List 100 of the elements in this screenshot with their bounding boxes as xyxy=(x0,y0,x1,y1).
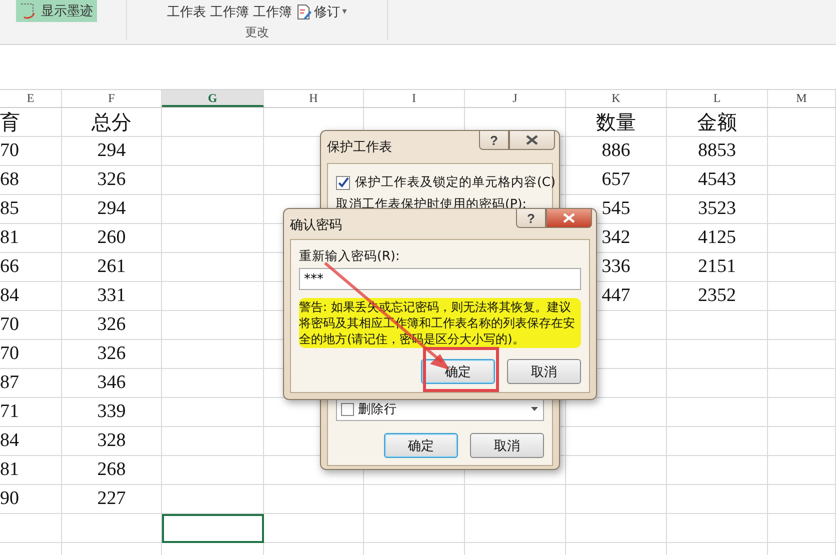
password-field[interactable]: *** xyxy=(299,268,581,290)
table-cell[interactable]: 657 xyxy=(566,166,667,195)
active-cell[interactable] xyxy=(162,514,264,543)
table-cell[interactable]: 70 xyxy=(0,340,62,369)
table-cell[interactable] xyxy=(162,282,264,311)
table-cell[interactable]: 268 xyxy=(62,456,162,485)
table-cell[interactable] xyxy=(768,137,836,166)
table-cell[interactable] xyxy=(162,108,264,137)
column-header[interactable]: J xyxy=(465,90,566,107)
table-cell[interactable]: 326 xyxy=(62,340,162,369)
table-cell[interactable] xyxy=(667,456,768,485)
table-cell[interactable]: 886 xyxy=(566,137,667,166)
table-cell[interactable] xyxy=(162,456,264,485)
table-cell[interactable] xyxy=(162,253,264,282)
table-cell[interactable] xyxy=(0,514,62,543)
table-cell[interactable]: 261 xyxy=(62,253,162,282)
table-cell[interactable] xyxy=(465,514,566,543)
table-cell[interactable] xyxy=(162,166,264,195)
table-cell[interactable]: 90 xyxy=(0,485,62,514)
column-header[interactable]: G xyxy=(162,90,264,107)
ribbon-button[interactable]: 工作表 xyxy=(166,3,208,21)
column-header[interactable]: H xyxy=(264,90,364,107)
table-cell[interactable] xyxy=(162,427,264,456)
checkbox[interactable] xyxy=(336,176,350,190)
table-cell[interactable] xyxy=(162,485,264,514)
table-cell[interactable]: 326 xyxy=(62,311,162,340)
table-cell[interactable]: 数量 xyxy=(566,108,667,137)
table-cell[interactable]: 2151 xyxy=(667,253,768,282)
table-cell[interactable] xyxy=(768,224,836,253)
dialog-button[interactable]: 取消 xyxy=(470,433,544,458)
table-cell[interactable] xyxy=(768,195,836,224)
table-cell[interactable] xyxy=(768,485,836,514)
table-cell[interactable] xyxy=(768,369,836,398)
ribbon-button[interactable]: 工作簿 xyxy=(252,3,294,21)
close-button[interactable] xyxy=(509,131,555,150)
ribbon-button[interactable]: 工作簿 xyxy=(209,3,250,21)
table-cell[interactable]: 87 xyxy=(0,369,62,398)
table-cell[interactable] xyxy=(768,311,836,340)
table-cell[interactable] xyxy=(768,166,836,195)
table-cell[interactable]: 294 xyxy=(62,195,162,224)
table-cell[interactable]: 326 xyxy=(62,166,162,195)
table-cell[interactable]: 4125 xyxy=(667,224,768,253)
table-cell[interactable]: 84 xyxy=(0,282,62,311)
track-changes-button[interactable]: 修订▾ xyxy=(295,3,348,21)
table-cell[interactable]: 3523 xyxy=(667,195,768,224)
table-cell[interactable] xyxy=(768,514,836,543)
table-cell[interactable]: 4543 xyxy=(667,166,768,195)
table-cell[interactable] xyxy=(667,427,768,456)
table-cell[interactable] xyxy=(62,514,162,543)
close-button[interactable] xyxy=(546,209,592,228)
column-header[interactable]: L xyxy=(667,90,768,107)
table-cell[interactable] xyxy=(364,514,465,543)
table-cell[interactable] xyxy=(364,485,465,514)
table-cell[interactable] xyxy=(667,340,768,369)
table-cell[interactable] xyxy=(162,224,264,253)
table-cell[interactable] xyxy=(768,340,836,369)
table-cell[interactable]: 328 xyxy=(62,427,162,456)
table-cell[interactable] xyxy=(465,485,566,514)
table-cell[interactable]: 331 xyxy=(62,282,162,311)
table-cell[interactable] xyxy=(566,514,667,543)
table-cell[interactable]: 227 xyxy=(62,485,162,514)
table-cell[interactable]: 金额 xyxy=(667,108,768,137)
dialog-button[interactable]: 确定 xyxy=(384,433,458,458)
table-cell[interactable]: 85 xyxy=(0,195,62,224)
help-button[interactable]: ? xyxy=(479,131,509,150)
table-cell[interactable]: 8853 xyxy=(667,137,768,166)
help-button[interactable]: ? xyxy=(516,209,546,228)
table-cell[interactable] xyxy=(667,485,768,514)
checkbox[interactable] xyxy=(341,402,354,416)
table-cell[interactable] xyxy=(667,514,768,543)
table-cell[interactable]: 260 xyxy=(62,224,162,253)
table-cell[interactable] xyxy=(264,514,364,543)
column-header[interactable]: I xyxy=(364,90,465,107)
column-header[interactable]: K xyxy=(566,90,667,107)
table-cell[interactable]: 66 xyxy=(0,253,62,282)
dialog-button[interactable]: 取消 xyxy=(507,359,581,384)
table-cell[interactable]: 339 xyxy=(62,398,162,427)
table-cell[interactable] xyxy=(566,456,667,485)
table-cell[interactable] xyxy=(667,311,768,340)
table-cell[interactable] xyxy=(768,253,836,282)
table-cell[interactable]: 68 xyxy=(0,166,62,195)
table-cell[interactable] xyxy=(768,398,836,427)
table-cell[interactable] xyxy=(768,456,836,485)
column-header[interactable]: M xyxy=(768,90,836,107)
dialog-button[interactable]: 确定 xyxy=(421,359,495,384)
table-cell[interactable] xyxy=(162,311,264,340)
table-cell[interactable]: 346 xyxy=(62,369,162,398)
column-header[interactable]: E xyxy=(0,90,62,107)
table-cell[interactable]: 81 xyxy=(0,224,62,253)
table-cell[interactable] xyxy=(768,427,836,456)
table-cell[interactable] xyxy=(162,137,264,166)
table-cell[interactable] xyxy=(667,398,768,427)
table-cell[interactable] xyxy=(768,282,836,311)
show-ink-button[interactable]: 显示墨迹 xyxy=(16,0,97,22)
table-cell[interactable]: 70 xyxy=(0,137,62,166)
table-cell[interactable] xyxy=(667,369,768,398)
table-cell[interactable] xyxy=(162,369,264,398)
table-cell[interactable] xyxy=(264,485,364,514)
table-cell[interactable]: 总分 xyxy=(62,108,162,137)
table-cell[interactable] xyxy=(566,427,667,456)
